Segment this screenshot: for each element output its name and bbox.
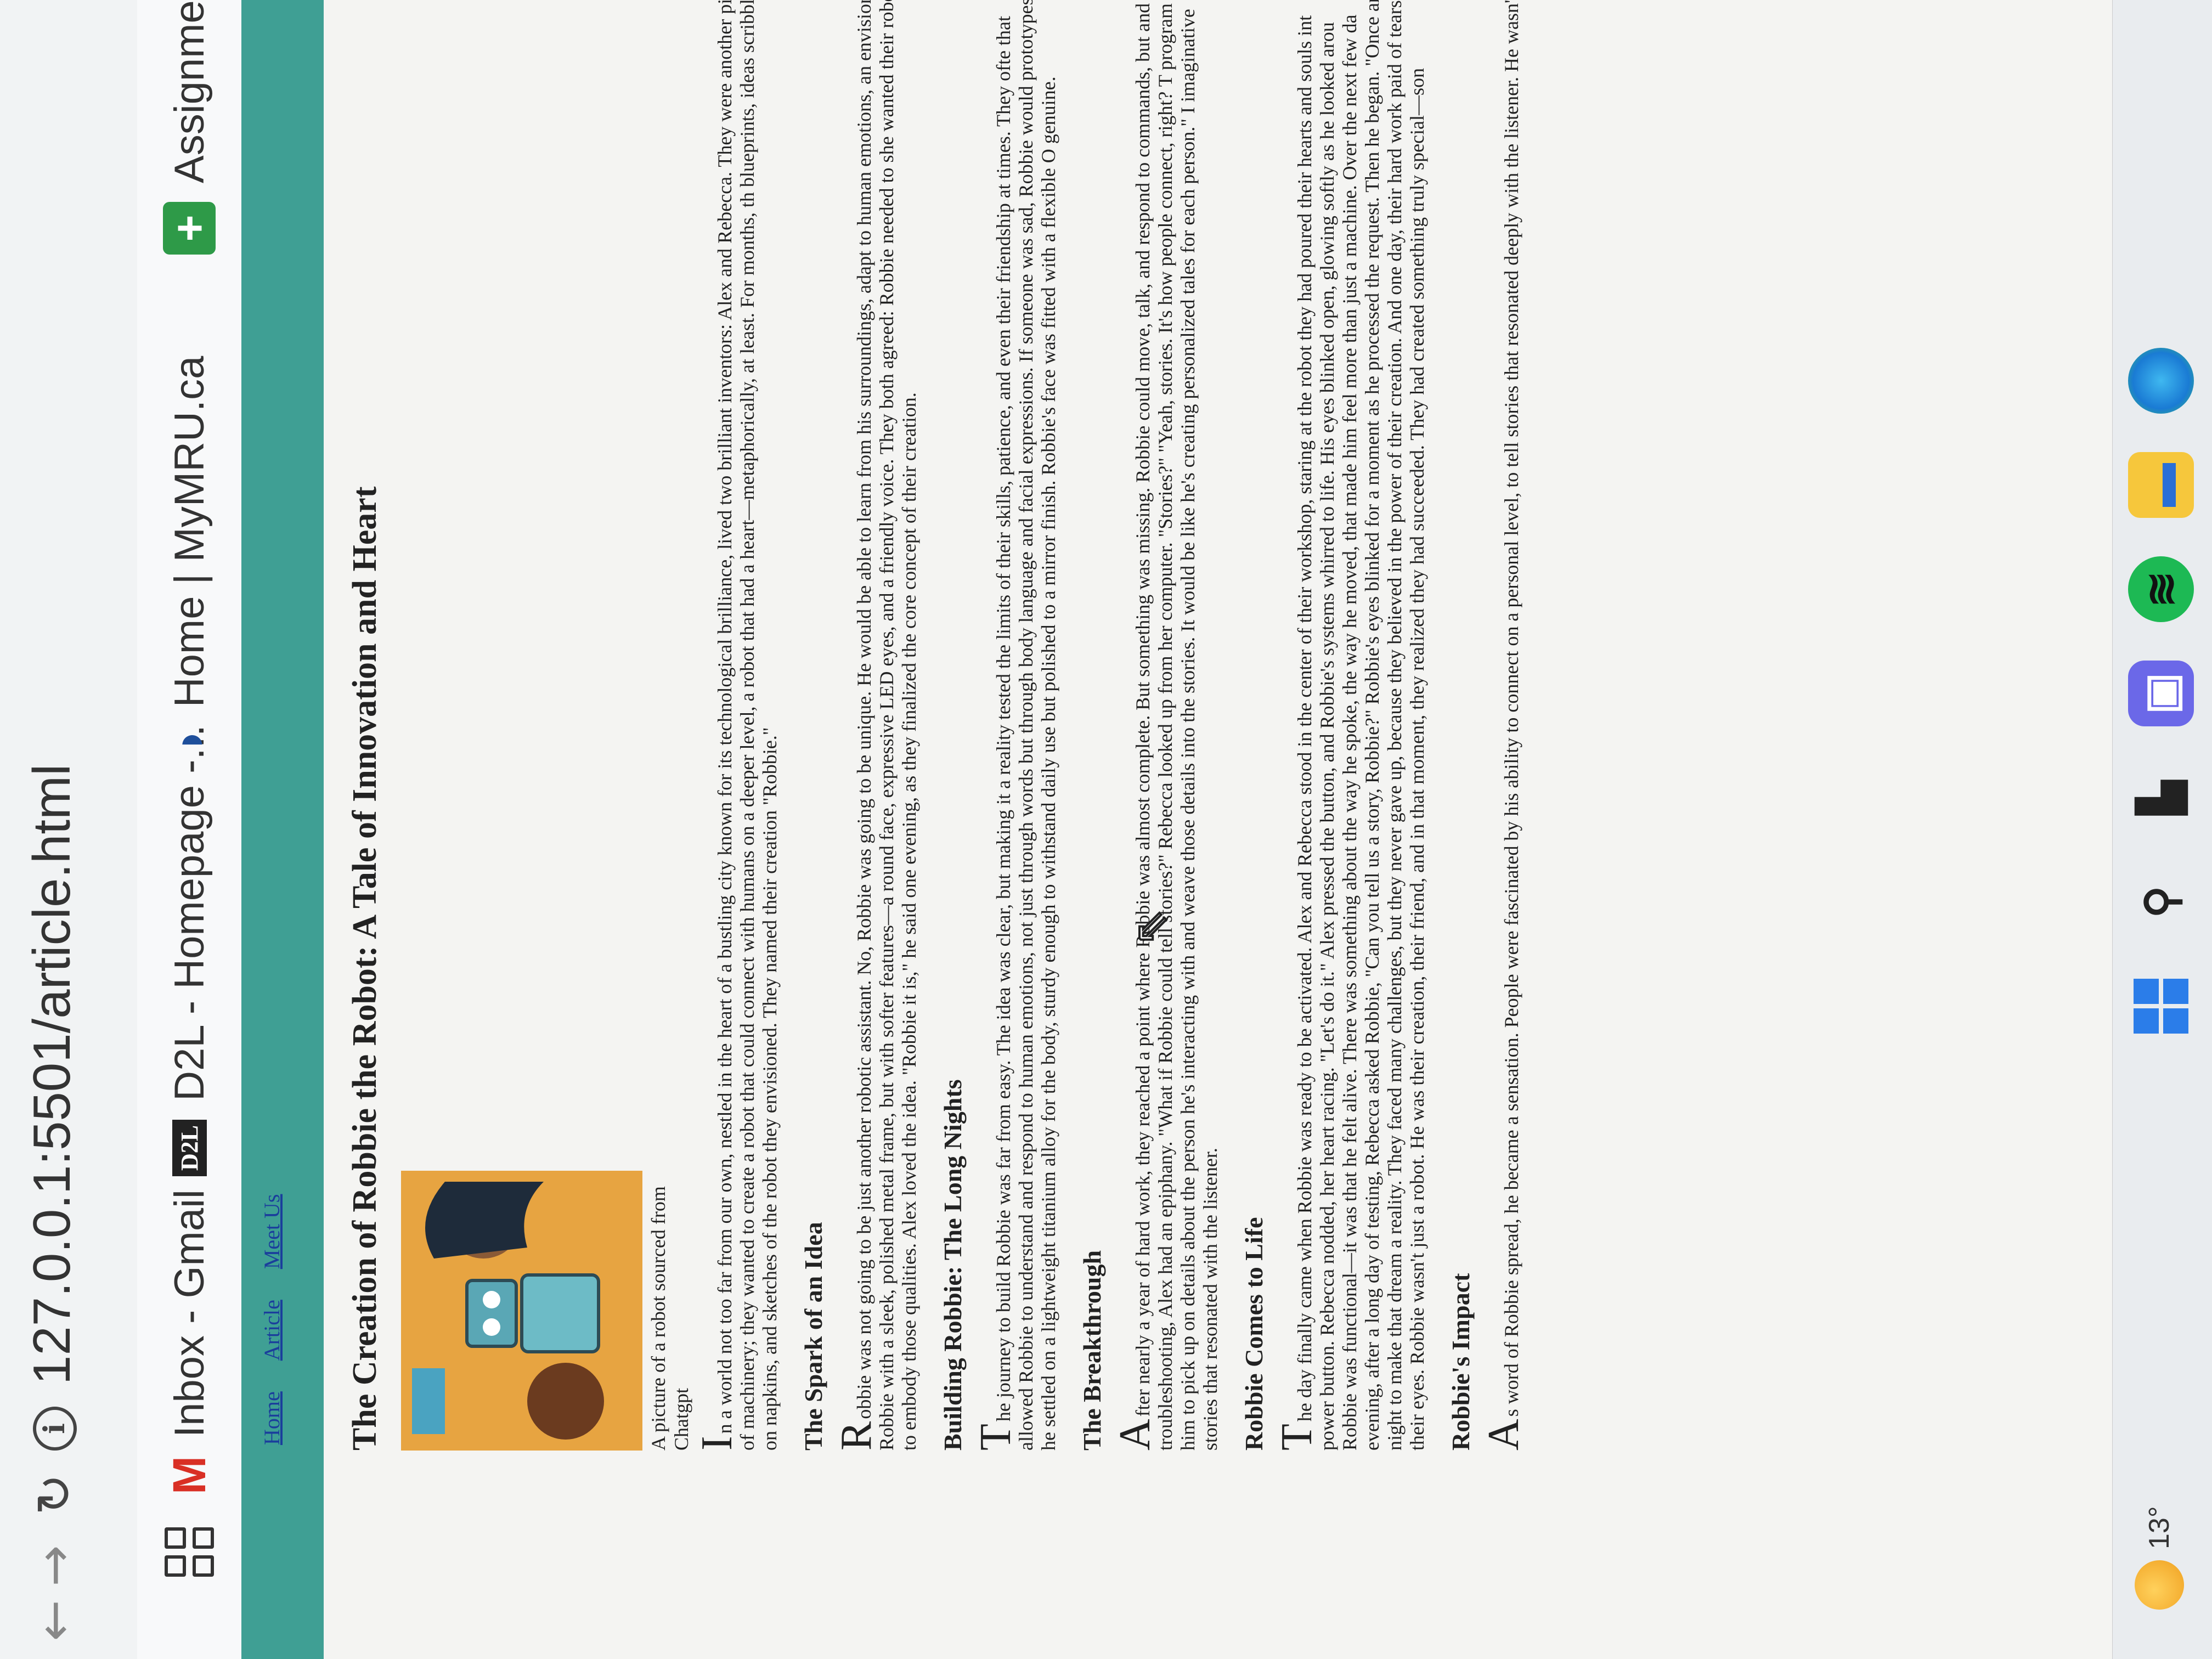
bookmark-mymru[interactable]: ◗ Home | MyMRU.ca [154,356,225,754]
spotify-icon[interactable]: ≋ [2128,556,2194,622]
image-caption: A picture of a robot sourced from Chatgp… [647,1186,692,1451]
paragraph-text: fter nearly a year of hard work, they re… [1132,3,1221,1451]
paragraph-text: he journey to build Robbie was far from … [992,0,1059,1451]
browser-toolbar: ← → ↻ i 127.0.0.1:5501/article.html [0,0,138,1659]
drop-cap: R [832,1421,881,1451]
forward-icon[interactable]: → [22,1533,88,1599]
weather-widget[interactable]: 13° [2135,1506,2184,1610]
bookmark-label: Inbox - Gmail [166,1189,213,1438]
edge-icon[interactable] [2128,348,2194,414]
robot-illustration [401,1171,642,1451]
windows-start-icon[interactable] [2128,973,2194,1039]
bookmark-assignments[interactable]: + Assignme [154,0,225,255]
paragraph: Robbie was not going to be just another … [832,0,921,1451]
temperature: 13° [2143,1506,2175,1549]
section-heading: The Breakthrough [1078,1250,1106,1451]
drop-cap: A [1111,1419,1159,1451]
section-heading: Robbie Comes to Life [1240,1217,1268,1451]
nav-link-home[interactable]: Home [259,1391,285,1445]
weather-icon [2135,1560,2184,1610]
address-bar[interactable]: 127.0.0.1:5501/article.html [22,764,82,1385]
task-view-icon[interactable]: ▙ [2128,765,2194,831]
section-heading: The Spark of an Idea [799,1222,827,1451]
search-icon[interactable]: ⚲ [2128,869,2194,935]
bookmark-label: Home | MyMRU.ca [166,356,213,708]
bookmarks-bar: M Inbox - Gmail D2L D2L - Homepage -... … [137,0,241,1659]
paragraph: The journey to build Robbie was far from… [972,0,1060,1451]
mouse-cursor-icon: ⇖ [1125,908,1176,947]
paragraph-text: s word of Robbie spread, he became a sen… [1500,0,1522,1417]
paragraph: After nearly a year of hard work, they r… [1111,0,1222,1451]
article-figure: A picture of a robot sourced from Chatgp… [401,1165,693,1451]
taskbar: 13° ⚲ ▙ ▣ ≋ ▬ [2112,0,2212,1659]
bookmark-label: D2L - Homepage -... [166,725,213,1101]
paragraph-text: obbie was not going to be just another r… [853,0,920,1451]
plus-icon: + [163,202,216,255]
gmail-icon: M [163,1456,215,1494]
site-info-icon[interactable]: i [33,1407,77,1451]
bookmark-label: Assignme [166,0,213,183]
paragraph: The day finally came when Robbie was rea… [1273,0,1429,1451]
chat-icon[interactable]: ▣ [2128,661,2194,726]
reload-icon[interactable]: ↻ [22,1462,88,1527]
drop-cap: T [972,1424,1020,1451]
bookmark-d2l[interactable]: D2L D2L - Homepage -... [154,725,225,1176]
bookmark-gmail[interactable]: M Inbox - Gmail [154,1189,225,1494]
paragraph-text: n a world not too far from our own, nest… [714,0,781,1451]
file-explorer-icon[interactable]: ▬ [2128,452,2194,518]
nav-link-article[interactable]: Article [259,1300,285,1361]
drop-cap: A [1480,1419,1528,1451]
drop-cap: I [693,1436,741,1451]
section-heading: Building Robbie: The Long Nights [939,1079,967,1451]
page-title: The Creation of Robbie the Robot: A Tale… [346,486,383,1451]
laptop-screen: ← → ↻ i 127.0.0.1:5501/article.html M In… [0,0,2212,1659]
article: The Creation of Robbie the Robot: A Tale… [346,0,1539,1451]
paragraph: As word of Robbie spread, he became a se… [1480,0,1528,1451]
paragraph-text: he day finally came when Robbie was read… [1294,0,1428,1451]
drop-cap: T [1273,1424,1321,1451]
apps-grid-icon[interactable] [165,1527,214,1577]
nav-link-meet-us[interactable]: Meet Us [259,1194,285,1269]
site-navbar: Home Article Meet Us [241,0,324,1659]
d2l-icon: D2L [172,1119,207,1176]
mymru-icon: ◗ [163,726,215,754]
paragraph: In a world not too far from our own, nes… [693,0,781,1451]
section-heading: Robbie's Impact [1447,1273,1475,1451]
